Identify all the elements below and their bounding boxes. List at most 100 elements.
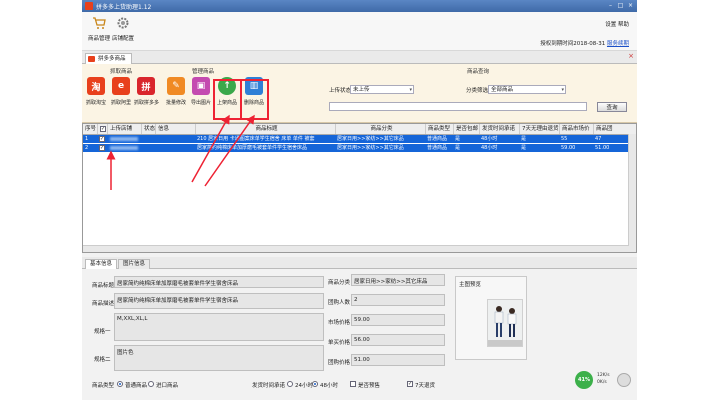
network-speed: 12K/s 0K/s [597, 372, 610, 386]
col-free-ship[interactable]: 是否包邮 [453, 124, 479, 134]
close-button[interactable]: × [626, 2, 635, 10]
tab-basic-info[interactable]: 基本信息 [85, 259, 118, 269]
col-title[interactable]: 商品标题 [195, 124, 335, 134]
col-status[interactable]: 状态 [141, 124, 155, 134]
image-export-icon: ▣ [192, 77, 210, 95]
product-photo[interactable] [487, 299, 523, 347]
col-no[interactable]: 序号 [83, 124, 97, 134]
cell-free-ship: 是 [455, 136, 461, 142]
grid-horizontal-scrollbar[interactable] [83, 245, 629, 252]
pdd-icon [88, 56, 95, 62]
app-logo-icon [85, 2, 93, 10]
col-check[interactable]: ✓ [97, 124, 107, 134]
cell-ship-time: 48小时 [481, 145, 498, 151]
ship-48h-text: 48小时 [320, 383, 338, 389]
tab-image-info[interactable]: 图片信息 [118, 259, 151, 269]
desc-label: 商品描述 [92, 301, 115, 307]
group-query-label: 商品查询 [467, 69, 490, 75]
filter-select[interactable]: 全部商品 ▾ [488, 85, 566, 94]
chevron-down-icon: ▾ [409, 87, 412, 93]
title-field[interactable]: 居家简约纯棉床单加厚磨毛被套单件学生宿舍床品 [114, 276, 324, 288]
cell-status [141, 135, 155, 143]
col-market[interactable]: 商品市场价 [559, 124, 593, 134]
cell-info [155, 135, 195, 143]
cell-group: 47 [595, 136, 602, 142]
minimize-button[interactable]: – [606, 2, 615, 10]
select-all-checkbox[interactable]: ✓ [100, 126, 106, 132]
col-category[interactable]: 商品分类 [335, 124, 425, 134]
export-images-button[interactable]: ▣ 导出图片 [189, 77, 213, 106]
alibaba-icon: e [112, 77, 130, 95]
renew-link[interactable]: 服务续期 [607, 41, 629, 47]
cell-group: 51.00 [595, 145, 610, 151]
detail-tab-strip: 基本信息 图片信息 [82, 257, 637, 269]
col-ship-time[interactable]: 发货时间承诺 [479, 124, 519, 134]
cell-type: 普通商品 [427, 136, 448, 142]
seven-day-checkbox[interactable]: ✓ [407, 381, 413, 387]
col-seven-day[interactable]: 7天无理由退货 [519, 124, 559, 134]
highlight-list-button [213, 79, 242, 120]
batch-edit-button[interactable]: ✎ 批量修改 [164, 77, 188, 106]
row-checkbox[interactable]: ✓ [99, 136, 105, 142]
tab-close-icon[interactable]: × [628, 52, 634, 60]
market-label: 市场价格 [328, 320, 351, 326]
app-window: 拼多多上货助理1.12 – □ × 商品管理 店铺配置 设置 帮助 授权到期时间… [82, 0, 637, 400]
title-bar: 拼多多上货助理1.12 – □ × [82, 0, 637, 12]
col-type[interactable]: 商品类型 [425, 124, 453, 134]
product-grid: 序号 ✓ 上传店铺 状态 信息 商品标题 商品分类 商品类型 是否包邮 发货时间… [82, 123, 637, 253]
title-label: 商品标题 [92, 283, 115, 289]
maximize-button[interactable]: □ [616, 2, 625, 10]
table-row[interactable]: 2 ✓ 居家简约纯棉床单加厚磨毛被套单件学生宿舍床品 居家日用>>家纺>>其它床… [83, 144, 636, 152]
col-shop[interactable]: 上传店铺 [107, 124, 141, 134]
main-image-panel: 主图预览 [455, 276, 527, 360]
spec2-field[interactable]: 图片色 [114, 345, 324, 371]
status-select[interactable]: 未上传 ▾ [350, 85, 414, 94]
type-normal-radio[interactable] [117, 381, 123, 387]
single-field[interactable]: 56.00 [351, 334, 445, 346]
type-import-radio[interactable] [148, 381, 154, 387]
cell-status [141, 144, 155, 152]
network-toggle-icon[interactable] [617, 373, 631, 387]
cell-title: 210 居家日用 卡通图案床单学生宿舍 床单 单件 被套 [197, 136, 315, 142]
cell-no: 2 [85, 145, 89, 151]
cell-no: 1 [85, 136, 89, 142]
search-input[interactable] [329, 102, 587, 111]
cell-market: 59.00 [561, 145, 576, 151]
spec1-field[interactable]: M,XXL,XL,L [114, 313, 324, 341]
ship-24h-text: 24小时 [295, 383, 313, 389]
grid-vertical-scrollbar[interactable] [628, 134, 636, 252]
market-field[interactable]: 59.00 [351, 314, 445, 326]
ship-48h-radio[interactable] [312, 381, 318, 387]
table-row[interactable]: 1 ✓ 210 居家日用 卡通图案床单学生宿舍 床单 单件 被套 居家日用>>家… [83, 135, 636, 143]
grid-header: 序号 ✓ 上传店铺 状态 信息 商品标题 商品分类 商品类型 是否包邮 发货时间… [83, 124, 636, 135]
group-price-label: 团购价格 [328, 360, 351, 366]
detail-panel: 商品标题 居家简约纯棉床单加厚磨毛被套单件学生宿舍床品 商品描述 居家简约纯棉床… [82, 269, 637, 400]
cell-shop [110, 137, 138, 141]
shop-config-button[interactable]: 店铺配置 [108, 15, 138, 42]
col-group[interactable]: 商品团 [593, 124, 629, 134]
cell-free-ship: 是 [455, 145, 461, 151]
download-speed: 0K/s [597, 380, 607, 385]
status-label: 上传状态 [329, 88, 352, 94]
fetch-taobao-button[interactable]: 淘 抓取淘宝 [84, 77, 108, 106]
gear-icon [115, 15, 131, 31]
desc-field[interactable]: 居家简约纯棉床单加厚磨毛被套单件学生宿舍床品 [114, 293, 324, 309]
chevron-down-icon: ▾ [561, 87, 564, 93]
row-checkbox[interactable]: ✓ [99, 145, 105, 151]
window-title: 拼多多上货助理1.12 [96, 4, 152, 11]
col-info[interactable]: 信息 [155, 124, 195, 134]
tab-pdd-products[interactable]: 拼多多商品 [85, 53, 132, 64]
fetch-alibaba-button[interactable]: e 抓取阿里 [109, 77, 133, 106]
ship-24h-radio[interactable] [287, 381, 293, 387]
presale-checkbox[interactable] [350, 381, 356, 387]
cart-icon [91, 15, 107, 31]
cell-type: 普通商品 [427, 145, 448, 151]
settings-help-links[interactable]: 设置 帮助 [605, 20, 629, 28]
license-info: 授权到期时间2018-08-31 服务续期 [540, 41, 629, 47]
taobao-icon: 淘 [87, 77, 105, 95]
search-button[interactable]: 查询 [597, 102, 627, 112]
fetch-pdd-button[interactable]: 拼 抓取拼多多 [134, 77, 159, 106]
category-field[interactable]: 居家日用>>家纺>>其它床品 [351, 274, 445, 286]
group-people-field[interactable]: 2 [351, 294, 445, 306]
group-price-field[interactable]: 51.00 [351, 354, 445, 366]
